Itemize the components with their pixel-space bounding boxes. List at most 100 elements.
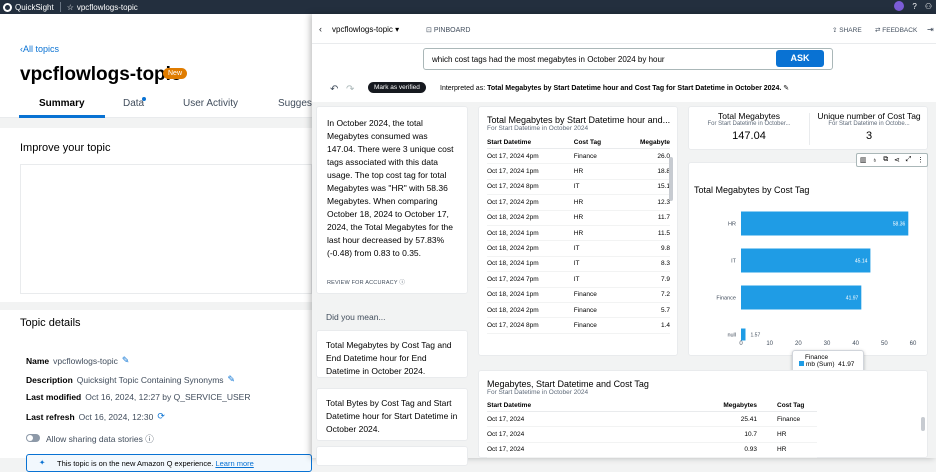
table-row[interactable]: Oct 18, 2024 2pm HR 11.7 bbox=[487, 210, 670, 226]
tab-data[interactable]: Data bbox=[123, 98, 144, 109]
close-panel-icon[interactable]: ⇥ bbox=[927, 25, 934, 34]
table-cell: Oct 17, 2024 7pm bbox=[487, 271, 574, 288]
chart-type-icon[interactable]: ▥ bbox=[860, 156, 867, 164]
detail-last-modified: Last modified Oct 16, 2024, 12:27 by Q_SE… bbox=[26, 392, 251, 402]
feedback-button[interactable]: ⇄ FEEDBACK bbox=[875, 26, 917, 34]
insight-icon[interactable]: ♁ bbox=[872, 157, 877, 164]
table-row[interactable]: Oct 18, 2024 1pm HR 11.5 bbox=[487, 225, 670, 242]
table2-scrollbar[interactable] bbox=[921, 417, 925, 431]
page-title: vpcflowlogs-topic bbox=[20, 64, 182, 85]
bar[interactable] bbox=[741, 285, 862, 310]
topic-selector[interactable]: vpcflowlogs-topic ▾ bbox=[332, 25, 399, 34]
table1-col-datetime[interactable]: Start Datetime bbox=[487, 137, 574, 149]
user-icon[interactable]: ⚇ bbox=[925, 2, 932, 11]
tab-summary[interactable]: Summary bbox=[19, 98, 104, 118]
bar[interactable] bbox=[741, 211, 909, 236]
bar[interactable] bbox=[741, 248, 871, 273]
info-icon[interactable]: ⓘ bbox=[145, 434, 154, 444]
table-row[interactable]: Oct 17, 2024 4pm Finance 26.0 bbox=[487, 148, 670, 165]
table1-col-megabyte[interactable]: Megabyte bbox=[619, 137, 670, 149]
table-cell: Finance bbox=[573, 302, 620, 319]
table-cell: 5.7 bbox=[619, 302, 670, 319]
table-row[interactable]: Oct 17, 2024 2pm HR 12.3 bbox=[487, 194, 670, 211]
table-cell: Oct 17, 2024 4pm bbox=[487, 148, 574, 165]
ask-button[interactable]: ASK bbox=[776, 50, 824, 67]
suggestion-3[interactable] bbox=[316, 446, 468, 466]
visual-toolbar: ▥ ♁ ⧉ ⋖ ⤢ ⋮ bbox=[856, 153, 928, 167]
table2-col-datetime[interactable]: Start Datetime bbox=[487, 400, 597, 412]
edit-icon[interactable]: ✎ bbox=[783, 85, 789, 92]
table-cell: Oct 18, 2024 2pm bbox=[487, 302, 574, 319]
tab-suggested[interactable]: Sugges bbox=[278, 98, 312, 109]
table-row[interactable]: Oct 17, 2024 7pm IT 7.9 bbox=[487, 271, 670, 288]
redo-icon[interactable]: ↷ bbox=[346, 84, 354, 95]
share-icon[interactable]: ⋖ bbox=[894, 156, 900, 164]
table-row[interactable]: Oct 18, 2024 2pm IT 9.8 bbox=[487, 240, 670, 257]
pinboard-button[interactable]: ⊡ PINBOARD bbox=[426, 26, 470, 34]
star-icon[interactable]: ☆ bbox=[67, 3, 74, 12]
table1-col-costtag[interactable]: Cost Tag bbox=[573, 137, 620, 149]
mark-verified-button[interactable]: Mark as verified bbox=[368, 82, 426, 93]
table-row[interactable]: Oct 17, 2024 8pm Finance 1.4 bbox=[487, 317, 670, 334]
table-cell: 26.0 bbox=[619, 148, 670, 165]
data-tab-dot bbox=[142, 97, 146, 101]
suggestion-1[interactable]: Total Megabytes by Cost Tag and End Date… bbox=[316, 330, 468, 378]
edit-description-icon[interactable]: ✎ bbox=[228, 374, 236, 385]
x-tick-label: 20 bbox=[795, 341, 802, 347]
detail-last-refresh: Last refresh Oct 16, 2024, 12:30 ⟳ bbox=[26, 411, 165, 422]
refresh-icon[interactable]: ⟳ bbox=[157, 411, 165, 422]
table2-visual: Megabytes, Start Datetime and Cost Tag F… bbox=[478, 370, 928, 459]
table-row[interactable]: Oct 17, 2024 10.7 HR bbox=[487, 426, 817, 443]
table-row[interactable]: Oct 18, 2024 1pm IT 8.3 bbox=[487, 256, 670, 273]
share-button[interactable]: ⇪ SHARE bbox=[832, 26, 862, 34]
sharing-label: Allow sharing data stories ⓘ bbox=[46, 434, 154, 444]
panel-header: ‹ vpcflowlogs-topic ▾ ⊡ PINBOARD ⇪ SHARE… bbox=[312, 14, 936, 44]
table2-col-costtag[interactable]: Cost Tag bbox=[767, 400, 817, 412]
x-tick-label: 60 bbox=[910, 341, 917, 347]
table-cell: HR bbox=[573, 163, 620, 180]
more-icon[interactable]: ⋮ bbox=[917, 156, 924, 164]
amazon-q-icon[interactable] bbox=[894, 1, 905, 11]
suggestion-2[interactable]: Total Bytes by Cost Tag and Start Dateti… bbox=[316, 388, 468, 441]
details-heading: Topic details bbox=[20, 317, 81, 329]
table-row[interactable]: Oct 18, 2024 2pm Finance 5.7 bbox=[487, 302, 670, 319]
tab-user-activity[interactable]: User Activity bbox=[183, 98, 238, 109]
expand-icon[interactable]: ⤢ bbox=[906, 156, 912, 164]
table2-col-megabytes[interactable]: Megabytes bbox=[597, 400, 767, 412]
data-label: 1.57 bbox=[751, 333, 761, 339]
bar[interactable] bbox=[741, 328, 746, 341]
table-row[interactable]: Oct 17, 2024 8pm IT 15.1 bbox=[487, 179, 670, 196]
help-icon[interactable]: ? bbox=[912, 2, 916, 11]
topbar-right: ? ⚇ bbox=[894, 1, 932, 11]
data-label: 41.97 bbox=[846, 296, 859, 302]
y-tick-label: IT bbox=[731, 259, 737, 265]
table-row[interactable]: Oct 17, 2024 25.41 Finance bbox=[487, 411, 817, 428]
table-cell: 7.2 bbox=[619, 287, 670, 303]
pin-icon[interactable]: ⧉ bbox=[883, 156, 888, 164]
quicksight-logo[interactable]: QuickSight bbox=[0, 2, 54, 12]
table-cell: HR bbox=[573, 225, 620, 242]
table-cell: 25.41 bbox=[597, 411, 767, 428]
undo-icon[interactable]: ↶ bbox=[330, 84, 338, 95]
tooltip-title: Finance bbox=[805, 354, 829, 361]
edit-name-icon[interactable]: ✎ bbox=[122, 355, 130, 366]
all-topics-link[interactable]: ‹All topics bbox=[20, 44, 59, 54]
table-cell: IT bbox=[573, 240, 620, 257]
bar-chart: 0 10 20 30 40 50 60 HR 58.36 IT 45.14 Finance 41.97 n… bbox=[716, 211, 917, 347]
back-icon[interactable]: ‹ bbox=[319, 24, 322, 34]
question-input[interactable]: which cost tags had the most megabytes i… bbox=[423, 48, 833, 70]
kpi-card: Total Megabytes For Start Datetime in Oc… bbox=[688, 106, 928, 150]
table-row[interactable]: Oct 17, 2024 1pm HR 18.8 bbox=[487, 163, 670, 180]
learn-more-link[interactable]: Learn more bbox=[215, 459, 253, 468]
table-row[interactable]: Oct 18, 2024 1pm Finance 7.2 bbox=[487, 287, 670, 303]
info-banner: ✦ This topic is on the new Amazon Q expe… bbox=[26, 454, 312, 472]
table1-scrollbar[interactable] bbox=[669, 157, 673, 201]
detail-name: Name vpcflowlogs-topic ✎ bbox=[26, 355, 130, 366]
table-cell: Finance bbox=[573, 317, 620, 334]
y-tick-label: Finance bbox=[716, 296, 736, 302]
table-row[interactable]: Oct 17, 2024 0.93 HR bbox=[487, 442, 817, 459]
info-icon: ✦ bbox=[39, 458, 46, 467]
sharing-toggle[interactable] bbox=[26, 434, 40, 442]
table2-subtitle: For Start Datetime in October 2024 bbox=[487, 389, 589, 396]
review-accuracy[interactable]: REVIEW FOR ACCURACY ⓘ bbox=[327, 277, 405, 290]
